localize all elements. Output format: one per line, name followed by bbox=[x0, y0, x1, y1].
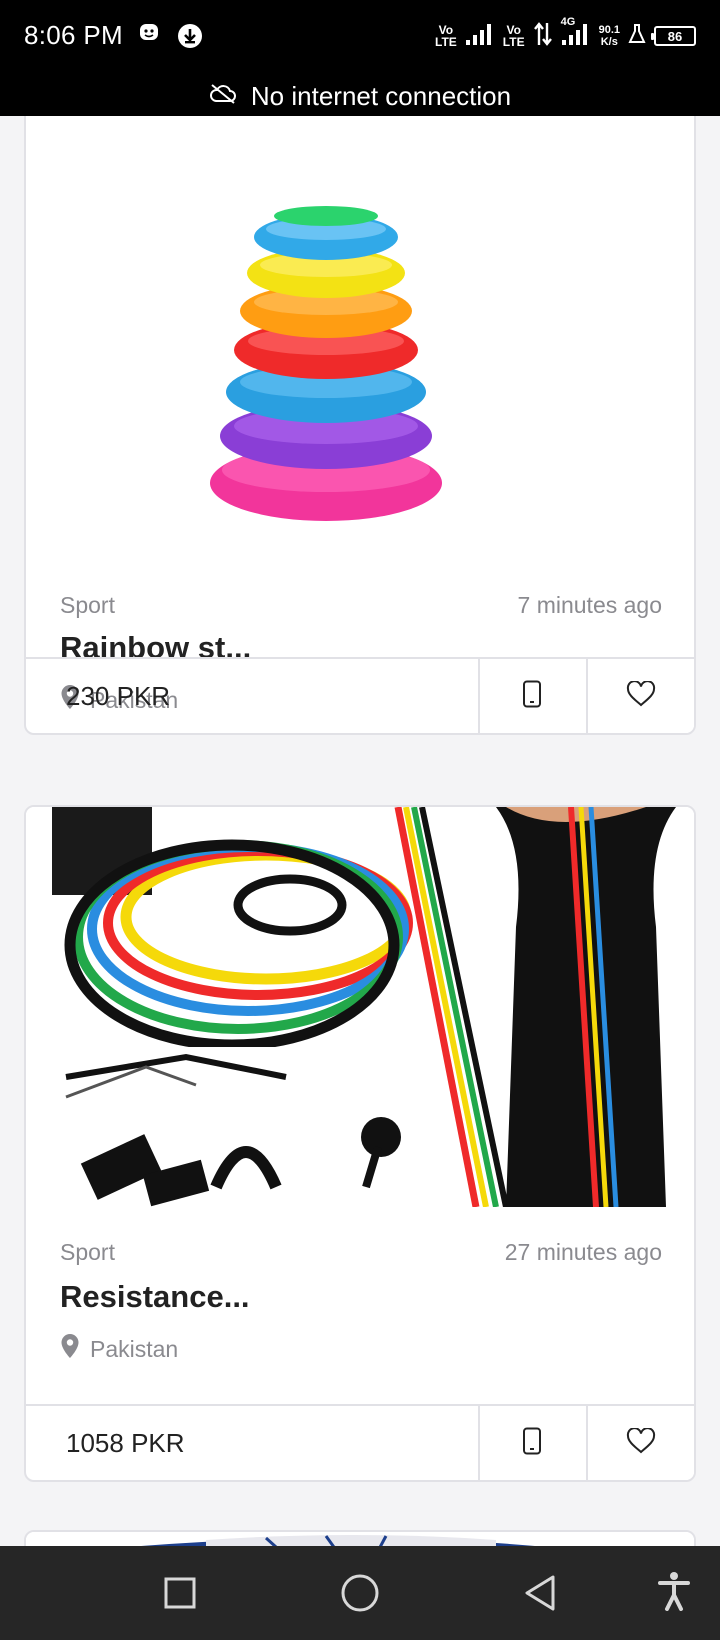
offline-message: No internet connection bbox=[250, 80, 512, 111]
signal-strength-icon bbox=[465, 22, 495, 51]
listing-feed[interactable]: Sport 7 minutes ago Rainbow st... Pakist… bbox=[0, 116, 720, 1546]
recent-apps-button[interactable] bbox=[158, 1571, 202, 1615]
home-button[interactable] bbox=[338, 1571, 382, 1615]
messenger-notification-icon bbox=[138, 22, 160, 49]
accessibility-button[interactable] bbox=[652, 1571, 696, 1615]
network-speed: 90.1 K/s bbox=[598, 24, 620, 48]
call-button[interactable] bbox=[478, 659, 584, 733]
heart-outline-icon bbox=[626, 679, 656, 712]
map-pin-icon bbox=[60, 1333, 80, 1365]
listing-category: Sport bbox=[60, 1239, 115, 1265]
listing-title[interactable]: Resistance... bbox=[60, 1279, 250, 1315]
listing-location: Pakistan bbox=[60, 1333, 178, 1365]
volte-sim1-label: Vo LTE bbox=[435, 23, 457, 49]
download-notification-icon bbox=[176, 22, 204, 55]
accessibility-icon bbox=[657, 1571, 691, 1616]
favorite-button[interactable] bbox=[586, 1406, 694, 1480]
offline-banner: No internet connection bbox=[0, 76, 720, 116]
listing-category: Sport bbox=[60, 592, 115, 618]
heart-outline-icon bbox=[626, 1426, 656, 1459]
back-button[interactable] bbox=[518, 1571, 562, 1615]
listing-image[interactable] bbox=[26, 807, 694, 1207]
listing-action-bar: 1058 PKR bbox=[26, 1404, 694, 1480]
status-bar: 8:06 PM Vo LTE Vo LTE 4G 90.1 K/s 86 bbox=[0, 0, 720, 76]
listing-posted-time: 27 minutes ago bbox=[504, 1239, 662, 1265]
listing-card[interactable] bbox=[24, 1530, 696, 1546]
cloud-off-icon bbox=[209, 81, 237, 112]
data-transfer-icon bbox=[533, 21, 553, 52]
listing-card[interactable]: Sport 7 minutes ago Rainbow st... Pakist… bbox=[24, 116, 696, 735]
favorite-button[interactable] bbox=[586, 659, 694, 733]
status-time: 8:06 PM bbox=[24, 20, 123, 50]
listing-image[interactable] bbox=[26, 116, 694, 558]
listing-location-text: Pakistan bbox=[90, 1335, 179, 1362]
call-button[interactable] bbox=[478, 1406, 584, 1480]
listing-posted-time: 7 minutes ago bbox=[517, 592, 662, 618]
mobile-phone-icon bbox=[522, 680, 542, 713]
listing-price: 1058 PKR bbox=[66, 1428, 185, 1458]
listing-price: 230 PKR bbox=[66, 681, 171, 711]
volte-sim2-label: Vo LTE bbox=[502, 23, 525, 49]
status-indicators: Vo LTE Vo LTE 4G 90.1 K/s 86 bbox=[435, 16, 696, 54]
signal-strength-4g-icon: 4G bbox=[561, 16, 591, 51]
listing-action-bar: 230 PKR bbox=[26, 657, 694, 733]
listing-card[interactable]: Sport 27 minutes ago Resistance... Pakis… bbox=[24, 805, 696, 1482]
listing-image[interactable] bbox=[26, 1532, 694, 1546]
system-navigation-bar bbox=[0, 1546, 720, 1640]
mobile-phone-icon bbox=[522, 1427, 542, 1460]
battery-indicator: 86 bbox=[651, 26, 696, 46]
flask-icon bbox=[628, 23, 646, 50]
